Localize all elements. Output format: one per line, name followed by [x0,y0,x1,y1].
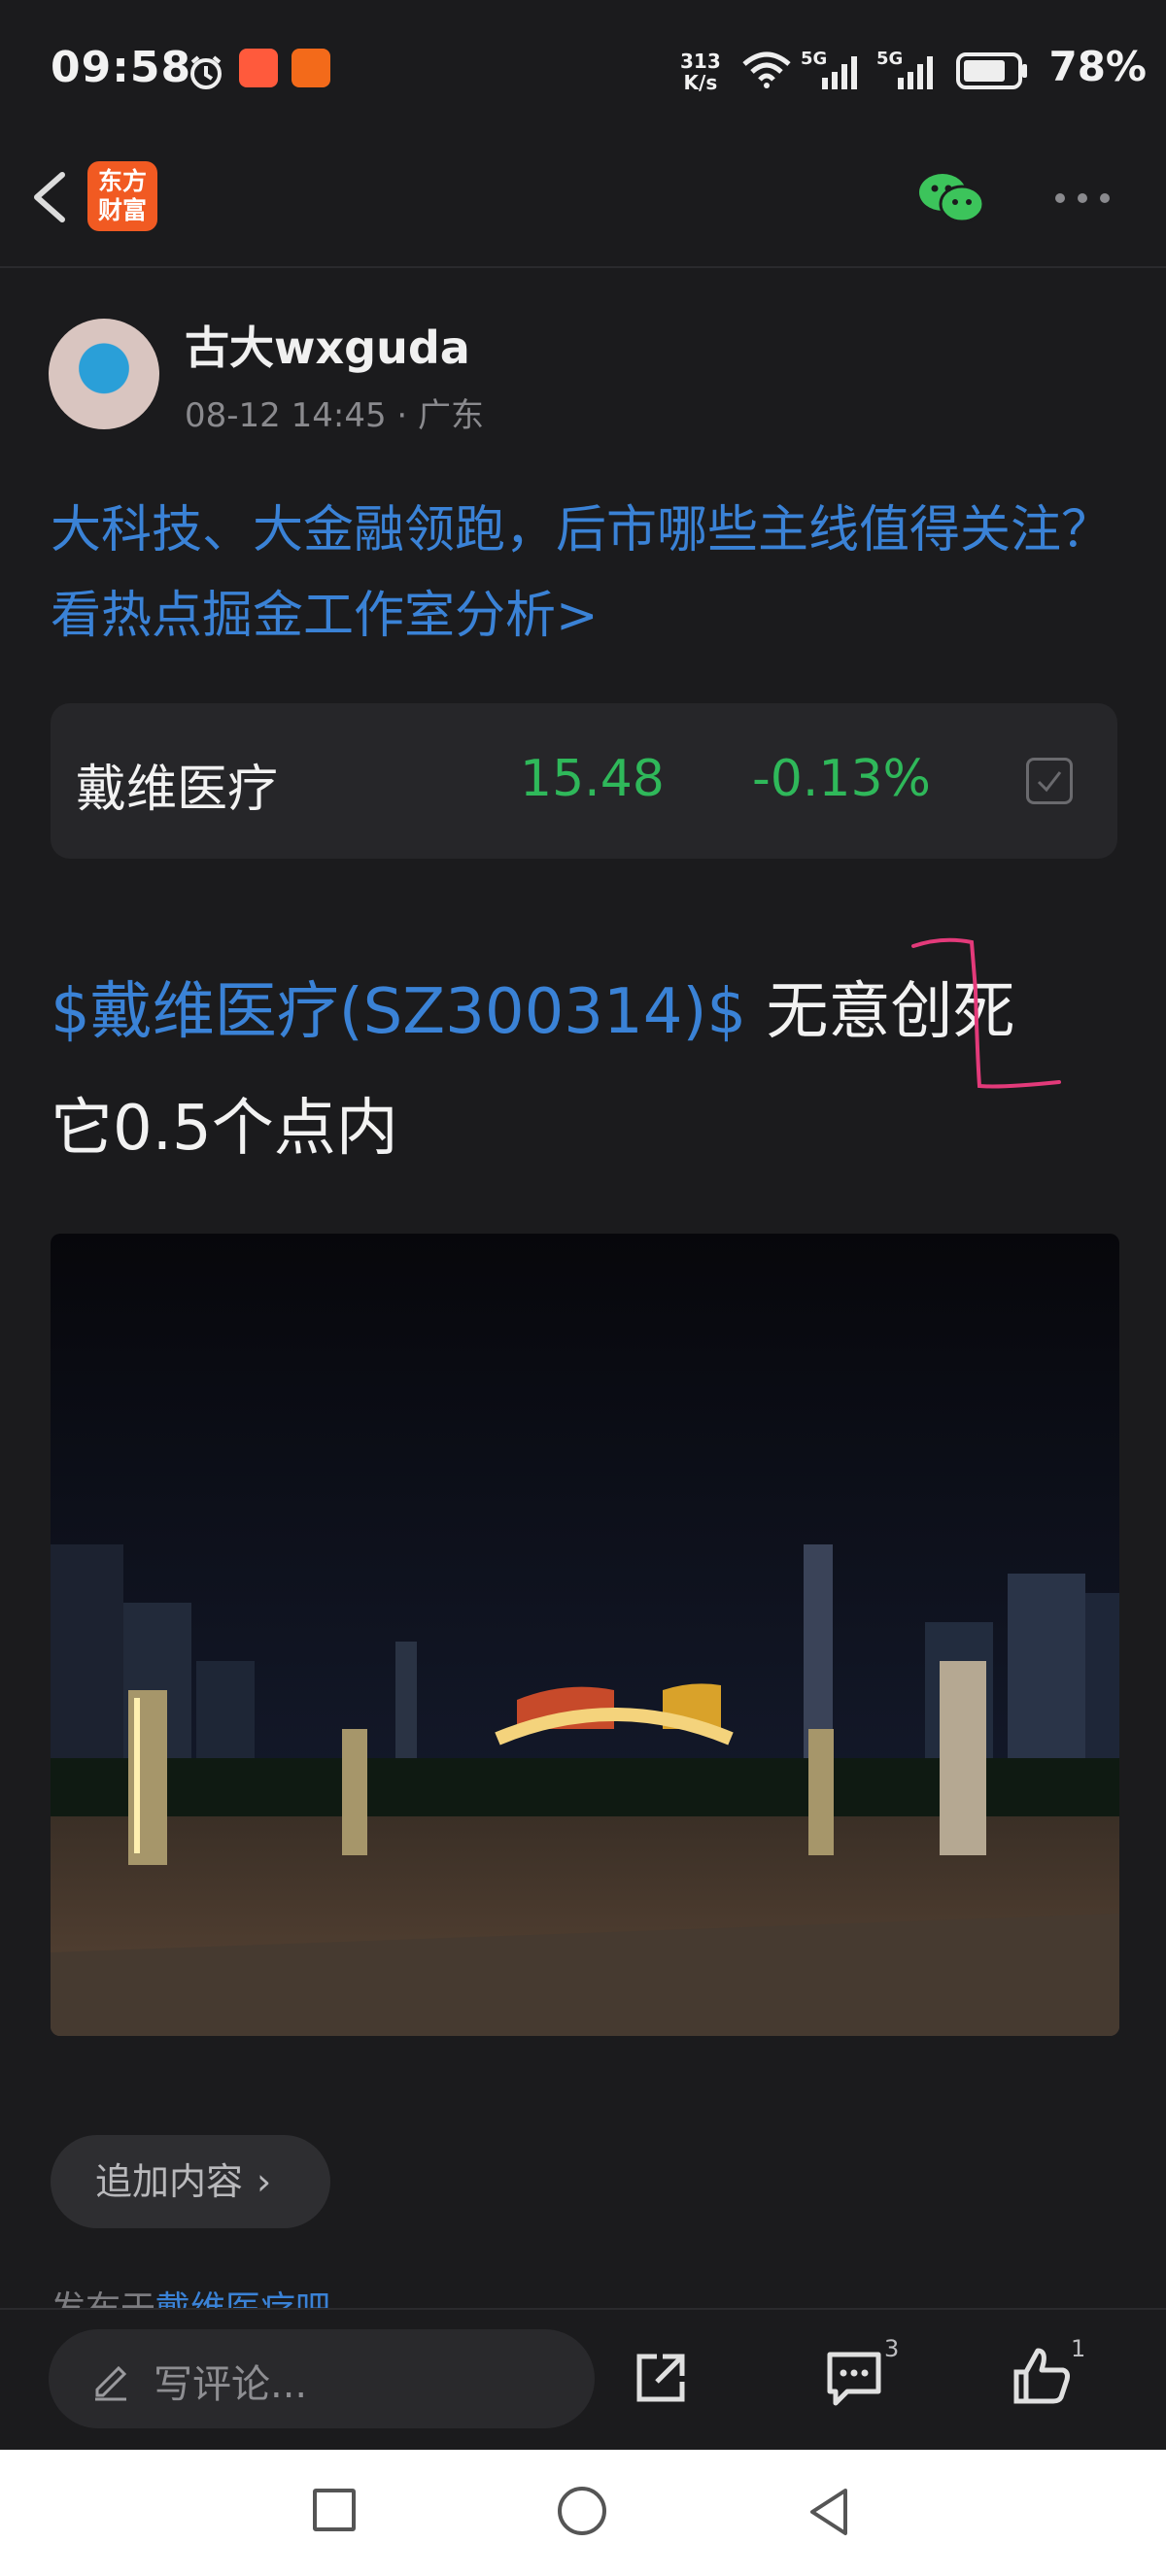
post-meta: 08-12 14:45 · 广东 [185,396,485,435]
check-icon [1037,771,1062,793]
net-speed: 313 K/s [680,51,721,93]
like-count: 1 [1071,2335,1086,2362]
wifi-icon [740,51,793,89]
stock-price: 15.48 [520,750,665,808]
app-notification-icon [239,49,278,87]
back-arrow-icon[interactable] [23,163,82,231]
pen-icon [89,2358,132,2401]
add-watchlist-checkbox[interactable] [1026,758,1073,804]
status-time: 09:58 [51,43,192,92]
comment-placeholder: 写评论... [154,2362,308,2407]
system-back-icon[interactable] [805,2485,853,2539]
comment-icon[interactable] [824,2349,884,2407]
signal-2: 5G [876,49,944,91]
net-speed-value: 313 [680,50,721,73]
logo-line1: 东方 [97,167,147,195]
post-content-line1: $戴维医疗(SZ300314)$ 无意创死 [51,966,1015,1059]
app-logo[interactable]: 东方 财富 [87,161,157,231]
stock-link[interactable]: $戴维医疗(SZ300314)$ [51,976,746,1048]
wechat-icon[interactable] [917,171,985,225]
avatar[interactable] [49,319,159,429]
battery-percent: 78% [1048,43,1147,90]
append-content-label: 追加内容 [95,2160,244,2203]
like-icon[interactable] [1011,2345,1075,2407]
battery-icon [956,52,1030,89]
more-icon[interactable] [1053,190,1112,204]
author-name[interactable]: 古大wxguda [185,313,470,377]
home-icon[interactable] [558,2487,606,2535]
logo-line2: 财富 [97,196,147,224]
chevron-right-icon: › [257,2160,272,2203]
signal-1: 5G [801,49,869,91]
handwritten-annotation [904,932,1069,1098]
post-photo[interactable] [51,1234,1119,2036]
alarm-icon [187,52,225,91]
share-icon[interactable] [632,2349,690,2407]
post-content-line2: 它0.5个点内 [51,1093,398,1165]
stock-change: -0.13% [752,750,931,808]
append-content-button[interactable]: 追加内容 › [51,2135,330,2228]
comment-count: 3 [884,2335,900,2362]
promo-link[interactable]: 大科技、大金融领跑，后市哪些主线值得关注？看热点掘金工作室分析> [51,488,1129,659]
net-speed-unit: K/s [683,71,718,94]
recent-apps-icon[interactable] [313,2489,356,2531]
nav-bar [0,146,1166,268]
night-plaza-image [51,1234,1119,2036]
stock-name: 戴维医疗 [76,761,279,819]
app-notification-icon-2 [292,49,330,87]
